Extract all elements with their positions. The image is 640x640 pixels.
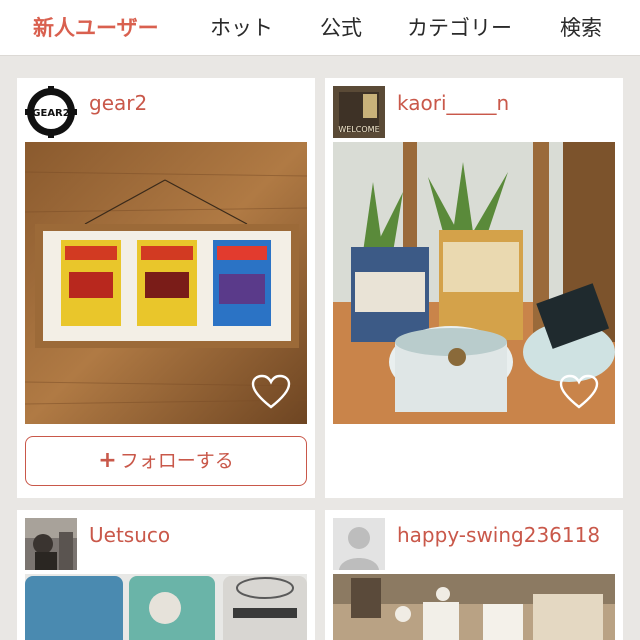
avatar[interactable]: GEAR2: [25, 86, 77, 138]
avatar[interactable]: WELCOME: [333, 86, 385, 138]
username[interactable]: happy-swing236118: [397, 523, 600, 547]
post-photo[interactable]: [25, 574, 307, 640]
tab-official[interactable]: 公式: [320, 0, 362, 56]
follow-button[interactable]: + フォローする: [25, 436, 307, 486]
like-button[interactable]: [251, 374, 291, 410]
tab-search[interactable]: 検索: [560, 0, 602, 56]
tab-hot[interactable]: ホット: [210, 0, 273, 56]
plus-icon: +: [98, 448, 117, 473]
post-photo[interactable]: [333, 574, 615, 640]
username[interactable]: kaori_____n: [397, 91, 509, 115]
post-card: GEAR2 gear2 + フォローする: [17, 78, 315, 498]
heart-icon: [251, 374, 291, 409]
post-photo[interactable]: [25, 142, 307, 424]
like-button[interactable]: [559, 374, 599, 410]
heart-icon: [559, 374, 599, 409]
follow-label: フォローする: [119, 450, 234, 472]
top-nav: 新人ユーザー ホット 公式 カテゴリー 検索: [0, 0, 640, 56]
post-card: happy-swing236118: [325, 510, 623, 640]
tab-new-users[interactable]: 新人ユーザー: [33, 0, 159, 56]
post-photo[interactable]: [333, 142, 615, 424]
post-card: WELCOME kaori_____n: [325, 78, 623, 498]
avatar-text: WELCOME: [338, 125, 379, 134]
avatar-text: GEAR2: [32, 108, 69, 119]
username[interactable]: gear2: [89, 91, 147, 115]
username[interactable]: Uetsuco: [89, 523, 170, 547]
tab-category[interactable]: カテゴリー: [407, 0, 512, 56]
default-avatar-icon: [333, 518, 385, 570]
avatar[interactable]: [25, 518, 77, 570]
avatar[interactable]: [333, 518, 385, 570]
post-card: Uetsuco: [17, 510, 315, 640]
